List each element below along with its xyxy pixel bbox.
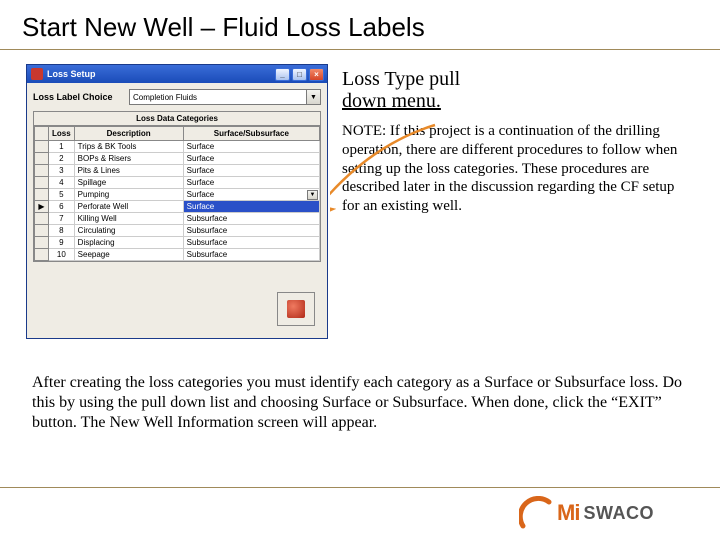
cell-surface-subsurface[interactable]: Surface [183,165,319,177]
cell-description[interactable]: Circulating [74,225,183,237]
table-row[interactable]: 8CirculatingSubsurface [35,225,320,237]
row-indicator [35,225,49,237]
minimize-button[interactable]: _ [275,68,290,81]
cell-surface-subsurface[interactable]: Subsurface [183,213,319,225]
row-indicator [35,141,49,153]
row-indicator [35,165,49,177]
slide-title: Start New Well – Fluid Loss Labels [0,0,720,49]
cell-description[interactable]: Spillage [74,177,183,189]
cell-loss: 4 [49,177,75,189]
table-row[interactable]: 7Killing WellSubsurface [35,213,320,225]
table-row[interactable]: ▶6Perforate WellSurface [35,201,320,213]
cell-description[interactable]: Displacing [74,237,183,249]
cell-description[interactable]: Trips & BK Tools [74,141,183,153]
row-indicator [35,237,49,249]
title-rule [0,49,720,50]
table-row[interactable]: 5PumpingSurface▼ [35,189,320,201]
cell-loss: 9 [49,237,75,249]
table-row[interactable]: 3Pits & LinesSurface [35,165,320,177]
note-paragraph: NOTE: If this project is a continuation … [342,122,694,216]
loss-categories-grid: Loss Data Categories Loss Description Su… [33,111,321,262]
bottom-paragraph: After creating the loss categories you m… [0,355,720,433]
cell-loss: 6 [49,201,75,213]
grid-header-loss: Loss [49,127,75,141]
cell-surface-subsurface[interactable]: Surface [183,201,319,213]
grid-corner [35,127,49,141]
cell-surface-subsurface[interactable]: Surface [183,153,319,165]
row-indicator [35,213,49,225]
table-row[interactable]: 9DisplacingSubsurface [35,237,320,249]
cell-surface-subsurface[interactable]: Surface [183,177,319,189]
cell-surface-subsurface[interactable]: Subsurface [183,225,319,237]
cell-loss: 7 [49,213,75,225]
cell-description[interactable]: Killing Well [74,213,183,225]
chevron-down-icon[interactable]: ▼ [307,190,318,200]
chevron-down-icon[interactable]: ▼ [306,90,320,104]
row-indicator: ▶ [35,201,49,213]
loss-label-choice-combo[interactable]: Completion Fluids ▼ [129,89,321,105]
callout-title: Loss Type pull down menu. [342,68,694,112]
combo-value: Completion Fluids [133,93,197,102]
table-row[interactable]: 1Trips & BK ToolsSurface [35,141,320,153]
dialog-titlebar[interactable]: Loss Setup _ □ × [27,65,327,83]
row-indicator [35,249,49,261]
row-indicator [35,153,49,165]
grid-title: Loss Data Categories [34,112,320,126]
cell-loss: 8 [49,225,75,237]
logo-text-swaco: SWACO [583,503,654,524]
cell-description[interactable]: Pits & Lines [74,165,183,177]
footer-rule [0,487,720,488]
grid-header-ss: Surface/Subsurface [183,127,319,141]
table-row[interactable]: 10SeepageSubsurface [35,249,320,261]
grid-header-desc: Description [74,127,183,141]
close-button[interactable]: × [309,68,324,81]
cell-loss: 10 [49,249,75,261]
cell-description[interactable]: Seepage [74,249,183,261]
table-row[interactable]: 4SpillageSurface [35,177,320,189]
cell-loss: 5 [49,189,75,201]
cell-surface-subsurface[interactable]: Surface▼ [183,189,319,201]
app-icon [31,68,43,80]
cell-description[interactable]: Pumping [74,189,183,201]
loss-setup-dialog: Loss Setup _ □ × Loss Label Choice Compl… [26,64,328,339]
row-indicator [35,189,49,201]
dialog-title: Loss Setup [47,69,96,79]
cell-loss: 2 [49,153,75,165]
brand-logo: Mi SWACO [519,496,654,530]
cell-surface-subsurface[interactable]: Subsurface [183,237,319,249]
cell-surface-subsurface[interactable]: Subsurface [183,249,319,261]
cell-description[interactable]: BOPs & Risers [74,153,183,165]
exit-button[interactable] [277,292,315,326]
maximize-button[interactable]: □ [292,68,307,81]
logo-text-mi: Mi [557,500,579,526]
cell-loss: 1 [49,141,75,153]
exit-icon [287,300,305,318]
logo-arc-icon [519,496,553,530]
cell-description[interactable]: Perforate Well [74,201,183,213]
cell-surface-subsurface[interactable]: Surface [183,141,319,153]
table-row[interactable]: 2BOPs & RisersSurface [35,153,320,165]
loss-label-choice-label: Loss Label Choice [33,92,123,102]
row-indicator [35,177,49,189]
cell-loss: 3 [49,165,75,177]
